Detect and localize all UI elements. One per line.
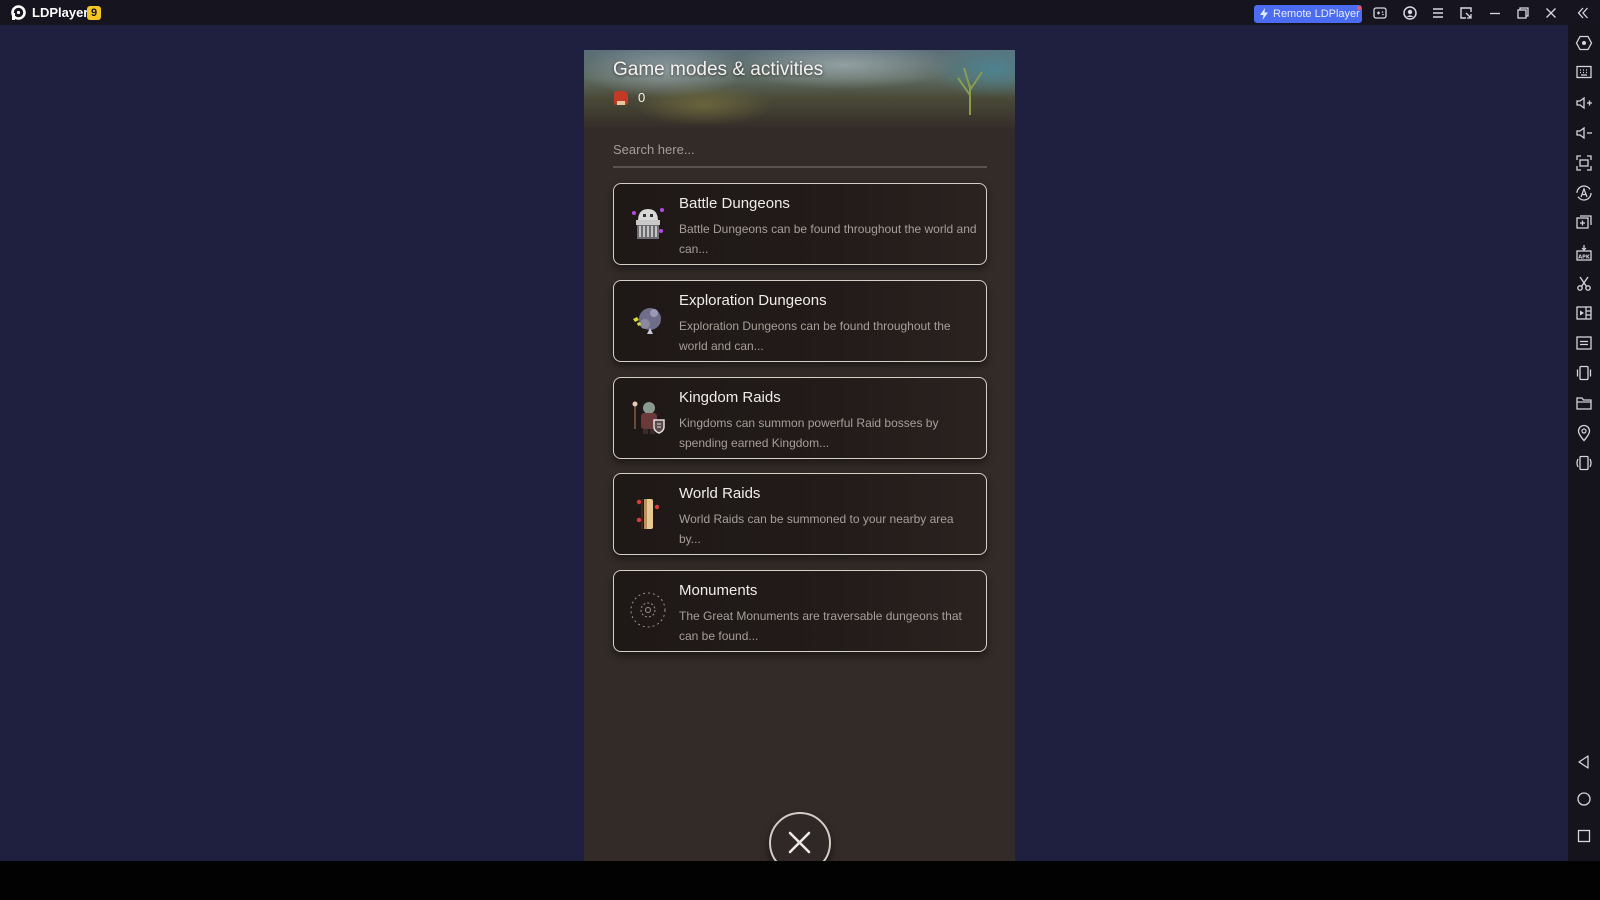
- currency-value: 0: [638, 90, 646, 105]
- card-description: Exploration Dungeons can be found throug…: [679, 319, 951, 353]
- video-record-icon[interactable]: [1575, 304, 1593, 322]
- card-description: Battle Dungeons can be found throughout …: [679, 222, 977, 256]
- battle-dungeon-icon: [626, 201, 670, 245]
- card-description: World Raids can be summoned to your near…: [679, 512, 954, 546]
- activity-card-world-raids[interactable]: World Raids World Raids can be summoned …: [613, 473, 987, 555]
- keyboard-icon[interactable]: [1575, 63, 1593, 81]
- sync-text-icon[interactable]: [1575, 334, 1593, 352]
- card-description: Kingdoms can summon powerful Raid bosses…: [679, 416, 939, 450]
- screenshot-fullscreen-icon[interactable]: [1575, 154, 1593, 172]
- back-icon[interactable]: [1575, 753, 1593, 771]
- location-icon[interactable]: [1575, 424, 1593, 442]
- card-title: Monuments: [679, 582, 758, 599]
- svg-text:APK: APK: [1578, 255, 1591, 261]
- panel-title: Game modes & activities: [613, 59, 824, 80]
- gamepad-icon[interactable]: [1372, 5, 1388, 21]
- account-icon[interactable]: [1402, 5, 1418, 21]
- close-icon[interactable]: [1543, 5, 1559, 21]
- auto-click-icon[interactable]: [1575, 184, 1593, 202]
- volume-down-icon[interactable]: [1575, 124, 1593, 142]
- bottom-bar: [0, 861, 1600, 900]
- card-description: The Great Monuments are traversable dung…: [679, 609, 962, 643]
- search-input[interactable]: [613, 132, 987, 168]
- activity-card-kingdom-raids[interactable]: Kingdom Raids Kingdoms can summon powerf…: [613, 377, 987, 459]
- activity-card-monuments[interactable]: Monuments The Great Monuments are traver…: [613, 570, 987, 652]
- remote-ldplayer-label: Remote LDPlayer: [1273, 8, 1360, 20]
- apk-install-icon[interactable]: APK: [1575, 244, 1593, 262]
- currency-icon: [614, 91, 628, 105]
- rotate-icon[interactable]: [1575, 454, 1593, 472]
- card-title: Battle Dungeons: [679, 195, 790, 212]
- emulator-screen: Game modes & activities 0 Battle Dungeon…: [0, 25, 1568, 886]
- volume-up-icon[interactable]: [1575, 94, 1593, 112]
- close-x-icon: [788, 831, 811, 854]
- collapse-sidebar-icon[interactable]: [1575, 5, 1591, 21]
- emulator-sidebar: APK: [1568, 25, 1600, 861]
- notification-dot: [1357, 6, 1361, 10]
- title-bar: LDPlayer 9 Remote LDPlayer: [0, 0, 1600, 25]
- app-name: LDPlayer: [32, 5, 89, 20]
- exploration-dungeon-icon: [626, 298, 670, 342]
- remote-ldplayer-button[interactable]: Remote LDPlayer: [1254, 5, 1362, 23]
- activity-card-exploration-dungeons[interactable]: Exploration Dungeons Exploration Dungeon…: [613, 280, 987, 362]
- restore-icon[interactable]: [1515, 5, 1531, 21]
- card-title: Kingdom Raids: [679, 389, 781, 406]
- ldplayer-logo-icon: [11, 5, 26, 20]
- folder-icon[interactable]: [1575, 394, 1593, 412]
- version-badge: 9: [87, 6, 101, 20]
- shake-icon[interactable]: [1575, 364, 1593, 382]
- card-title: World Raids: [679, 485, 761, 502]
- game-modes-panel: Game modes & activities 0 Battle Dungeon…: [584, 50, 1015, 886]
- settings-hex-icon[interactable]: [1575, 34, 1593, 52]
- kingdom-raid-icon: [626, 395, 670, 439]
- scissors-icon[interactable]: [1575, 274, 1593, 292]
- tree-illustration: [957, 67, 983, 115]
- minimize-icon[interactable]: [1487, 5, 1503, 21]
- menu-icon[interactable]: [1430, 5, 1446, 21]
- window-sync-icon[interactable]: [1458, 5, 1474, 21]
- lightning-icon: [1260, 8, 1268, 20]
- world-raid-icon: [626, 491, 670, 535]
- home-icon[interactable]: [1575, 790, 1593, 808]
- add-window-icon[interactable]: [1575, 213, 1593, 231]
- monument-icon: [626, 588, 670, 632]
- activity-card-battle-dungeons[interactable]: Battle Dungeons Battle Dungeons can be f…: [613, 183, 987, 265]
- card-title: Exploration Dungeons: [679, 292, 827, 309]
- recents-icon[interactable]: [1575, 827, 1593, 845]
